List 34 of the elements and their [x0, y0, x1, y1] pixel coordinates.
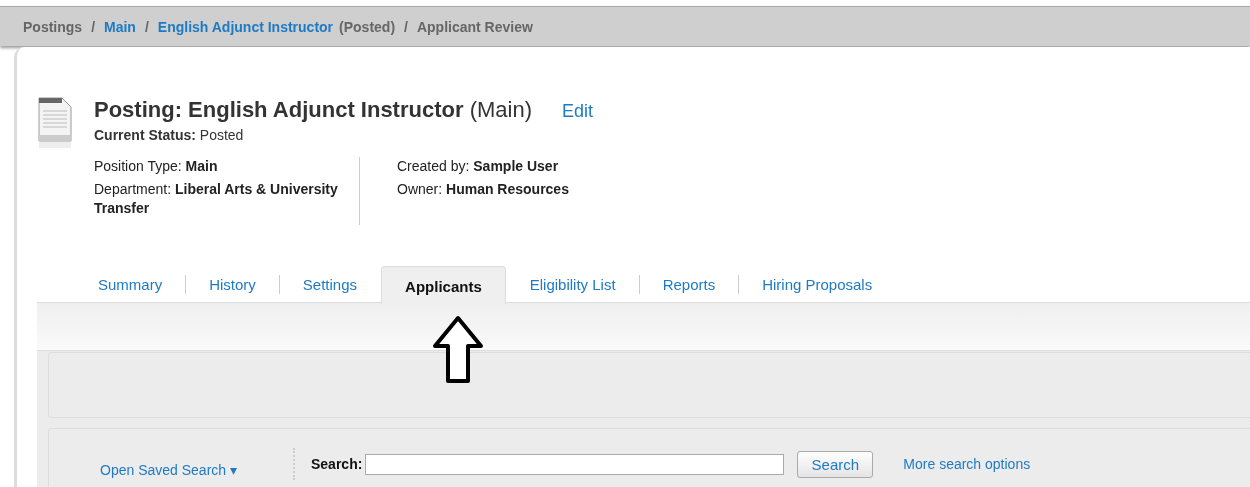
tab[interactable]: Summary	[75, 267, 186, 302]
breadcrumb-status: (Posted)	[339, 18, 396, 35]
breadcrumb-separator: /	[144, 18, 149, 35]
tab[interactable]: Eligibility List	[506, 267, 639, 302]
tab[interactable]: Hiring Proposals	[739, 267, 896, 302]
detail-value: Liberal Arts & University	[174, 181, 338, 197]
detail-value: Main	[185, 158, 218, 174]
breadcrumb-text: Applicant Review	[416, 18, 533, 35]
tab[interactable]: History	[186, 267, 279, 302]
breadcrumb-separator: /	[91, 18, 95, 35]
tab[interactable]: Reports	[639, 267, 739, 302]
search-button[interactable]: Search	[797, 450, 874, 478]
tab[interactable]: Settings	[279, 267, 381, 302]
tab[interactable]: Applicants	[381, 265, 506, 304]
posting-title: Posting: English Adjunct Instructor (Main)	[94, 97, 532, 123]
saved-search-dropdown[interactable]: Open Saved Search ▾	[100, 462, 237, 478]
detail-label: Owner:	[397, 181, 443, 197]
breadcrumb-link[interactable]: English Adjunct Instructor	[157, 18, 334, 35]
search-label: Search:	[311, 456, 363, 472]
detail-value: Sample User	[473, 158, 559, 174]
breadcrumb-separator: /	[404, 18, 408, 35]
detail-label: Created by:	[397, 158, 470, 174]
detail-value: Transfer	[94, 199, 150, 218]
up-arrow	[432, 315, 484, 383]
current-status: Current Status: Posted	[94, 127, 245, 143]
breadcrumb-text: Postings	[23, 18, 83, 35]
detail-value: Human Resources	[446, 181, 569, 197]
document-icon	[38, 97, 72, 149]
more-search-options-link[interactable]: More search options	[903, 456, 1031, 472]
search-field[interactable]	[365, 453, 785, 475]
edit-link[interactable]: Edit	[561, 101, 593, 122]
breadcrumb-link[interactable]: Main	[104, 18, 136, 35]
detail-label: Department:	[94, 181, 172, 197]
detail-label: Position Type:	[94, 158, 182, 174]
